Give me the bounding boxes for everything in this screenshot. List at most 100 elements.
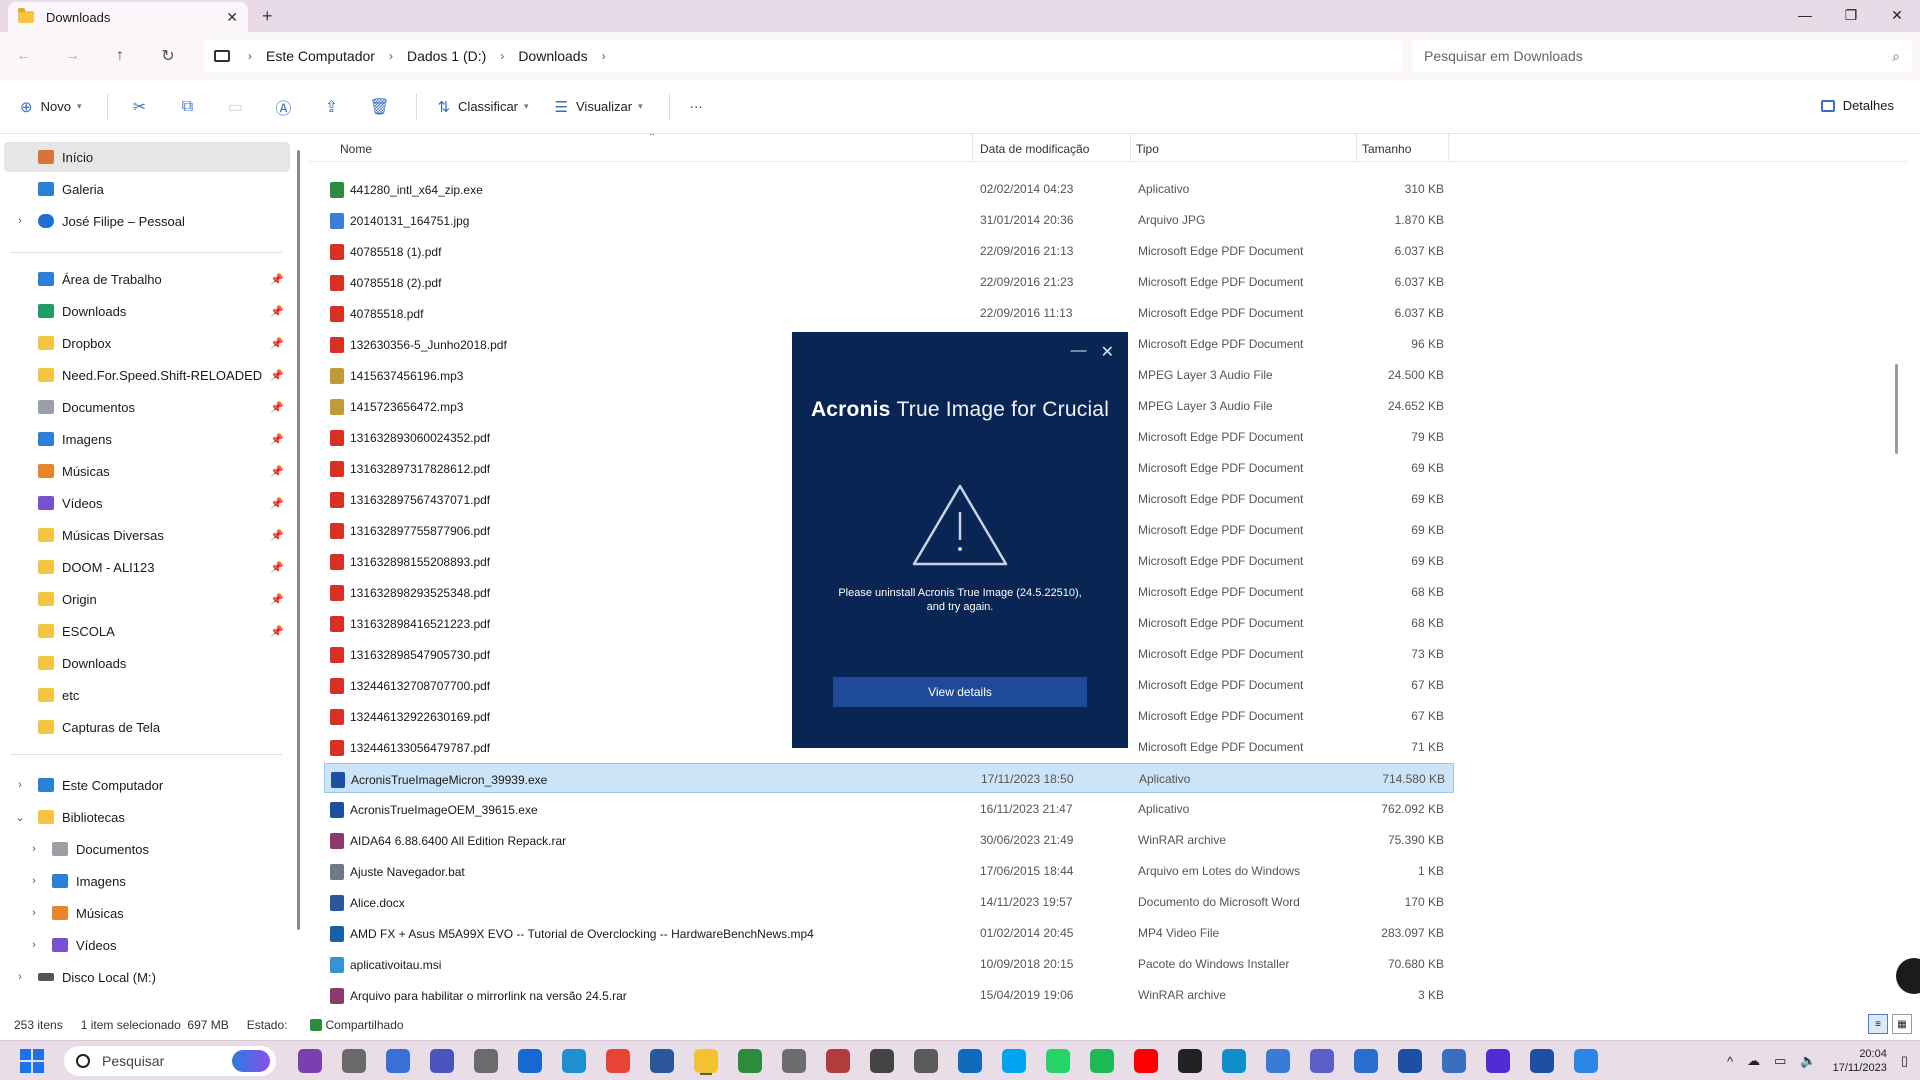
taskbar-app-icon[interactable] bbox=[1090, 1048, 1114, 1073]
sidebar-item-quick[interactable]: Imagens 📌 bbox=[4, 424, 290, 454]
chevron-right-icon[interactable]: › bbox=[248, 49, 252, 63]
sidebar-item-quick[interactable]: Dropbox 📌 bbox=[4, 328, 290, 358]
chevron-right-icon[interactable]: › bbox=[26, 843, 42, 855]
tiles-view-icon[interactable]: ▦ bbox=[1892, 1014, 1912, 1034]
sidebar-item-quick[interactable]: Downloads bbox=[4, 648, 290, 678]
notifications-icon[interactable]: ▯ bbox=[1901, 1053, 1908, 1069]
breadcrumb-downloads[interactable]: Downloads bbox=[518, 48, 587, 64]
view-details-button[interactable]: View details bbox=[833, 677, 1087, 707]
copy-icon[interactable]: ⧉ bbox=[176, 96, 198, 118]
onedrive-icon[interactable]: ☁ bbox=[1747, 1053, 1760, 1069]
chevron-up-icon[interactable]: ^ bbox=[1727, 1054, 1733, 1069]
taskbar-app-icon[interactable] bbox=[1134, 1048, 1158, 1073]
sidebar-item-lib-documentos[interactable]: › Documentos bbox=[18, 834, 290, 864]
chevron-right-icon[interactable]: › bbox=[602, 49, 606, 63]
details-view-icon[interactable]: ≡ bbox=[1868, 1014, 1888, 1034]
tab-close-icon[interactable]: ✕ bbox=[226, 9, 238, 26]
column-header-type[interactable]: Tipo bbox=[1136, 142, 1159, 156]
taskbar-app-icon[interactable] bbox=[694, 1048, 718, 1073]
taskbar-app-icon[interactable] bbox=[1442, 1048, 1466, 1073]
sidebar-item-quick[interactable]: Área de Trabalho 📌 bbox=[4, 264, 290, 294]
dialog-minimize-button[interactable]: — bbox=[1071, 342, 1087, 362]
rename-icon[interactable]: Ⓐ bbox=[272, 96, 294, 118]
column-divider[interactable] bbox=[1448, 134, 1449, 162]
taskbar-app-icon[interactable] bbox=[650, 1048, 674, 1073]
taskbar-app-icon[interactable] bbox=[1354, 1048, 1378, 1073]
chevron-right-icon[interactable]: › bbox=[12, 971, 28, 983]
sidebar-item-quick[interactable]: ESCOLA 📌 bbox=[4, 616, 290, 646]
taskbar-app-icon[interactable] bbox=[1486, 1048, 1510, 1073]
taskbar-app-icon[interactable] bbox=[958, 1048, 982, 1073]
sidebar-item-quick[interactable]: Músicas Diversas 📌 bbox=[4, 520, 290, 550]
taskbar-app-icon[interactable] bbox=[518, 1048, 542, 1073]
sidebar-item-disco-local[interactable]: › Disco Local (M:) bbox=[4, 962, 290, 992]
tab-downloads[interactable]: Downloads ✕ bbox=[8, 2, 248, 32]
taskbar-app-icon[interactable] bbox=[1002, 1048, 1026, 1073]
dialog-close-button[interactable]: ✕ bbox=[1101, 342, 1114, 362]
sidebar-item-quick[interactable]: Documentos 📌 bbox=[4, 392, 290, 422]
chevron-right-icon[interactable]: › bbox=[26, 907, 42, 919]
taskbar-app-icon[interactable] bbox=[870, 1048, 894, 1073]
sidebar-item-lib-musicas[interactable]: › Músicas bbox=[18, 898, 290, 928]
chevron-right-icon[interactable]: › bbox=[26, 875, 42, 887]
chevron-down-icon[interactable]: ⌄ bbox=[12, 811, 28, 824]
sidebar-item-quick[interactable]: DOOM - ALI123 📌 bbox=[4, 552, 290, 582]
column-header-name[interactable]: Nome bbox=[340, 142, 372, 156]
file-row[interactable]: 40785518 (1).pdf 22/09/2016 21:13 Microsof… bbox=[324, 236, 1454, 266]
taskbar-app-icon[interactable] bbox=[474, 1048, 498, 1073]
file-row[interactable]: Ajuste Navegador.bat 17/06/2015 18:44 Arqu… bbox=[324, 856, 1454, 886]
new-button[interactable]: ⊕ Novo ▾ bbox=[20, 98, 81, 116]
sidebar-item-quick[interactable]: etc bbox=[4, 680, 290, 710]
taskbar-app-icon[interactable] bbox=[1046, 1048, 1070, 1073]
pin-icon[interactable]: 📌 bbox=[270, 465, 284, 478]
back-arrow-icon[interactable]: ← bbox=[0, 47, 48, 65]
copilot-icon[interactable] bbox=[232, 1049, 270, 1072]
taskbar-app-icon[interactable] bbox=[562, 1048, 586, 1073]
refresh-icon[interactable]: ↻ bbox=[144, 46, 192, 66]
file-row[interactable]: Arquivo para habilitar o mirrorlink na v… bbox=[324, 980, 1454, 1010]
paste-icon[interactable]: ▭ bbox=[224, 96, 246, 118]
taskbar-app-icon[interactable] bbox=[1574, 1048, 1598, 1073]
chevron-right-icon[interactable]: › bbox=[389, 49, 393, 63]
taskbar-app-icon[interactable] bbox=[606, 1048, 630, 1073]
taskbar-app-icon[interactable] bbox=[1530, 1048, 1554, 1073]
sidebar-item-quick[interactable]: Need.For.Speed.Shift-RELOADED 📌 bbox=[4, 360, 290, 390]
pin-icon[interactable]: 📌 bbox=[270, 561, 284, 574]
forward-arrow-icon[interactable]: → bbox=[48, 47, 96, 65]
breadcrumb-dados[interactable]: Dados 1 (D:) bbox=[407, 48, 486, 64]
sidebar-item-quick[interactable]: Capturas de Tela bbox=[4, 712, 290, 742]
file-list-scrollbar[interactable] bbox=[1895, 364, 1898, 454]
file-row[interactable]: 40785518.pdf 22/09/2016 11:13 Microsoft Ed… bbox=[324, 298, 1454, 328]
sidebar-item-quick[interactable]: Origin 📌 bbox=[4, 584, 290, 614]
column-divider[interactable] bbox=[1130, 134, 1131, 162]
pin-icon[interactable]: 📌 bbox=[270, 497, 284, 510]
minimize-button[interactable]: — bbox=[1782, 0, 1828, 30]
maximize-button[interactable]: ❐ bbox=[1828, 0, 1874, 30]
start-button-icon[interactable] bbox=[20, 1048, 44, 1073]
taskbar-app-icon[interactable] bbox=[1310, 1048, 1334, 1073]
taskbar-app-icon[interactable] bbox=[430, 1048, 454, 1073]
taskbar-app-icon[interactable] bbox=[914, 1048, 938, 1073]
sidebar-scrollbar[interactable] bbox=[297, 150, 300, 930]
pin-icon[interactable]: 📌 bbox=[270, 337, 284, 350]
taskbar-app-icon[interactable] bbox=[738, 1048, 762, 1073]
file-row[interactable]: aplicativoitau.msi 10/09/2018 20:15 Pacote… bbox=[324, 949, 1454, 979]
chevron-right-icon[interactable]: › bbox=[26, 939, 42, 951]
column-header-size[interactable]: Tamanho bbox=[1362, 142, 1411, 156]
column-divider[interactable] bbox=[1356, 134, 1357, 162]
taskbar-app-icon[interactable] bbox=[1266, 1048, 1290, 1073]
details-button[interactable]: Detalhes bbox=[1820, 98, 1894, 113]
taskbar-app-icon[interactable] bbox=[386, 1048, 410, 1073]
taskbar-app-icon[interactable] bbox=[826, 1048, 850, 1073]
file-row[interactable]: AcronisTrueImageMicron_39939.exe 17/11/20… bbox=[324, 763, 1454, 793]
pin-icon[interactable]: 📌 bbox=[270, 401, 284, 414]
chevron-right-icon[interactable]: › bbox=[12, 779, 28, 791]
sidebar-item-inicio[interactable]: Início bbox=[4, 142, 290, 172]
sidebar-item-este-computador[interactable]: › Este Computador bbox=[4, 770, 290, 800]
file-row[interactable]: Alice.docx 14/11/2023 19:57 Documento do M… bbox=[324, 887, 1454, 917]
column-divider[interactable] bbox=[972, 134, 973, 162]
taskbar-app-icon[interactable] bbox=[1222, 1048, 1246, 1073]
file-row[interactable]: AcronisTrueImageOEM_39615.exe 16/11/2023 … bbox=[324, 794, 1454, 824]
more-options-icon[interactable]: ··· bbox=[690, 99, 703, 114]
taskbar-app-icon[interactable] bbox=[342, 1048, 366, 1073]
